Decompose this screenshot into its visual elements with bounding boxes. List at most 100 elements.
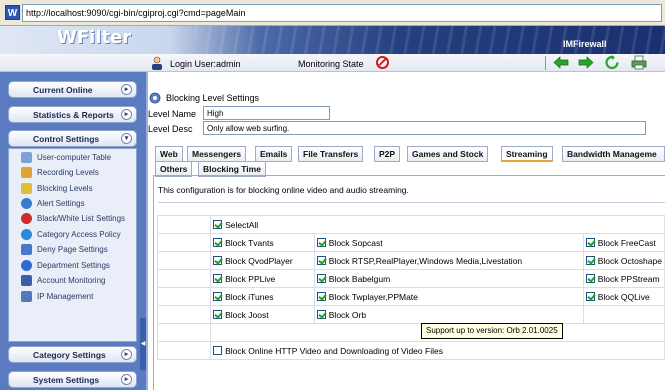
block-octoshape-option[interactable]: Block Octoshape [582,251,665,270]
sidebar-item-label: User-computer Table [37,153,112,162]
divider [158,202,665,203]
table-row: Block Online HTTP Video and Downloading … [156,341,665,360]
no-entry-icon[interactable] [376,56,389,69]
status-bar: Login User:admin Monitoring State [0,54,665,72]
level-desc-input[interactable] [203,121,646,135]
block-babelgum-option[interactable]: Block Babelgum [313,269,584,288]
block-babelgum-checkbox[interactable] [316,273,326,283]
option-label: Block Tvants [225,237,274,248]
login-user-label: Login User:admin [170,59,241,69]
deny-page-icon [21,244,32,255]
block-rtsp-checkbox[interactable] [316,255,326,265]
block-itunes-option[interactable]: Block iTunes [210,287,315,306]
forward-arrow-icon[interactable] [578,55,594,70]
print-icon[interactable] [631,55,647,70]
control-settings-button[interactable]: Control Settings ▾ [8,130,137,147]
chevron-right-icon: ▸ [121,109,132,120]
option-label: Block QQLive [597,291,650,302]
table-row: Block QvodPlayer Block RTSP,RealPlayer,W… [156,251,665,270]
block-twplayer-option[interactable]: Block Twplayer,PPMate [313,287,584,306]
tab-games-and-stock[interactable]: Games and Stock [407,146,489,162]
back-arrow-icon[interactable] [553,55,569,70]
refresh-icon[interactable] [604,55,620,70]
block-qvodplayer-checkbox[interactable] [213,255,223,265]
table-cell [156,341,212,360]
alert-icon [21,198,32,209]
block-joost-option[interactable]: Block Joost [210,305,315,324]
block-qvodplayer-option[interactable]: Block QvodPlayer [210,251,315,270]
block-ppstream-option[interactable]: Block PPStream [582,269,665,288]
table-row: Block Joost Block Orb [156,305,665,324]
block-octoshape-checkbox[interactable] [585,255,595,265]
tab-bandwidth-management[interactable]: Bandwidth Manageme [562,146,665,162]
select-all-option[interactable]: SelectAll [210,215,665,234]
block-tvants-option[interactable]: Block Tvants [210,233,315,252]
sidebar-item-label: Category Access Policy [37,230,121,239]
block-sopcast-checkbox[interactable] [316,237,326,247]
table-row: Block PPLive Block Babelgum Block PPStre… [156,269,665,288]
level-desc-label: Level Desc [148,124,193,134]
table-cell [156,287,212,306]
option-label: Block Babelgum [328,273,391,284]
chevron-right-icon: ▸ [121,84,132,95]
system-settings-button[interactable]: System Settings ▸ [8,371,137,388]
category-settings-button[interactable]: Category Settings ▸ [8,346,137,363]
w-page-icon: W [5,5,20,20]
product-name: IMFirewall [563,39,607,49]
tab-file-transfers[interactable]: File Transfers [298,146,364,162]
address-bar: W http://localhost:9090/cgi-bin/cgiproj.… [0,0,665,26]
block-ppstream-checkbox[interactable] [585,273,595,283]
sidebar-item-label: Recording Levels [37,168,99,177]
header-banner: WFilter IMFirewall [0,26,665,54]
block-tvants-checkbox[interactable] [213,237,223,247]
current-online-button[interactable]: Current Online ▸ [8,81,137,98]
table-row: SelectAll [156,215,665,234]
sidebar-item-label: Blocking Levels [37,184,93,193]
sidebar-item-label: IP Management [37,292,94,301]
table-cell [156,305,212,324]
level-name-label: Level Name [148,109,197,119]
block-http-video-checkbox[interactable] [213,345,223,355]
select-all-label: SelectAll [225,219,259,230]
block-qqlive-option[interactable]: Block QQLive [582,287,665,306]
block-orb-checkbox[interactable] [316,309,326,319]
user-icon [152,56,162,70]
tab-panel-edge [153,176,154,390]
block-http-video-option[interactable]: Block Online HTTP Video and Downloading … [210,341,665,360]
table-cell [156,251,212,270]
block-freecast-checkbox[interactable] [585,237,595,247]
block-sopcast-option[interactable]: Block Sopcast [313,233,584,252]
tab-streaming[interactable]: Streaming [501,146,553,162]
tab-web[interactable]: Web [155,146,183,162]
chevron-right-icon: ▸ [121,374,132,385]
option-label: Block iTunes [225,291,274,302]
statistics-reports-label: Statistics & Reports [33,110,114,120]
select-all-checkbox[interactable] [213,219,223,229]
tab-p2p[interactable]: P2P [374,146,401,162]
block-rtsp-option[interactable]: Block RTSP,RealPlayer,Windows Media,Live… [313,251,584,270]
option-label: Block Orb [328,309,367,320]
level-name-input[interactable] [203,106,330,120]
statistics-reports-button[interactable]: Statistics & Reports ▸ [8,106,137,123]
url-field[interactable]: http://localhost:9090/cgi-bin/cgiproj.cg… [22,4,662,22]
tab-messengers[interactable]: Messengers [187,146,247,162]
option-label: Block Twplayer,PPMate [328,291,418,302]
account-icon [21,275,32,286]
block-pplive-option[interactable]: Block PPLive [210,269,315,288]
block-pplive-checkbox[interactable] [213,273,223,283]
recording-icon [21,167,32,178]
block-itunes-checkbox[interactable] [213,291,223,301]
block-twplayer-checkbox[interactable] [316,291,326,301]
block-freecast-option[interactable]: Block FreeCast [582,233,665,252]
sidebar-item-label: Black/White List Settings [37,214,126,223]
blocking-icon [21,183,32,194]
block-joost-checkbox[interactable] [213,309,223,319]
streaming-description: This configuration is for blocking onlin… [158,185,409,195]
block-qqlive-checkbox[interactable] [585,291,595,301]
blacklist-icon [21,213,32,224]
sidebar-item-label: Account Monitoring [37,276,106,285]
monitoring-state-label: Monitoring State [298,59,364,69]
toolbar-separator [545,56,546,70]
tab-emails[interactable]: Emails [255,146,293,162]
block-orb-option[interactable]: Block Orb [313,305,584,324]
